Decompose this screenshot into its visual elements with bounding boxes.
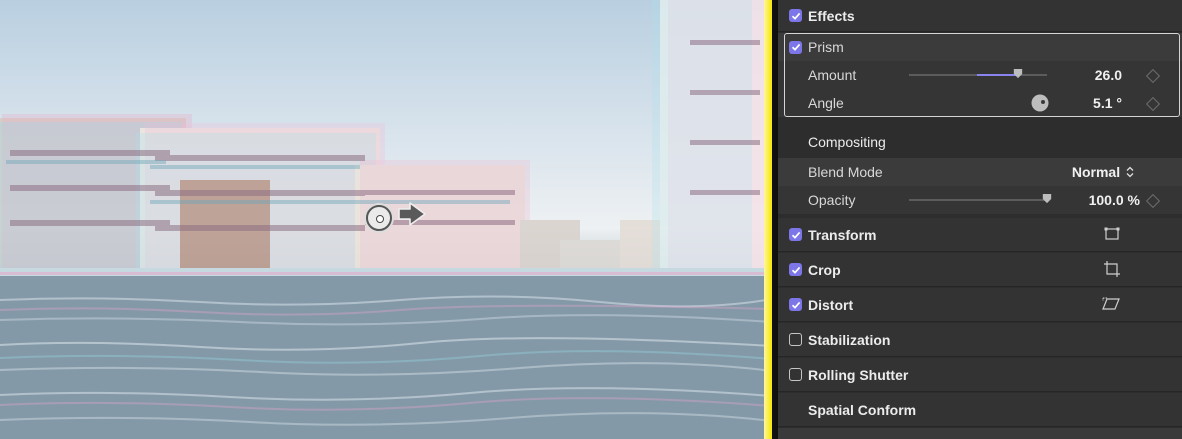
opacity-label: Opacity [808, 192, 856, 208]
transform-checkbox[interactable] [789, 228, 802, 241]
spatial-conform-label: Spatial Conform [808, 401, 917, 418]
blend-mode-row: Blend Mode Normal [778, 158, 1182, 186]
target-circle-icon[interactable] [366, 205, 392, 231]
distort-icon[interactable] [1102, 297, 1120, 311]
checkmark-icon [791, 12, 800, 20]
crop-icon[interactable] [1104, 261, 1120, 277]
transform-icon[interactable] [1104, 227, 1120, 241]
opacity-slider-track[interactable] [909, 199, 1047, 201]
stabilization-section[interactable]: Stabilization [778, 323, 1182, 357]
transform-section[interactable]: Transform [778, 218, 1182, 252]
compositing-label: Compositing [808, 134, 886, 150]
distort-checkbox[interactable] [789, 298, 802, 311]
distort-label: Distort [808, 296, 854, 313]
prism-selection-outline [784, 33, 1180, 117]
app-window: Effects Prism Amount 26.0 Angle 5.1 ° Co… [0, 0, 1182, 439]
checkmark-icon [791, 301, 800, 309]
checkmark-icon [791, 231, 800, 239]
stabilization-label: Stabilization [808, 331, 891, 348]
video-inspector: Effects Prism Amount 26.0 Angle 5.1 ° Co… [778, 0, 1182, 439]
updown-chevron-icon [1126, 166, 1134, 178]
checkmark-icon [791, 266, 800, 274]
rolling-shutter-checkbox[interactable] [789, 368, 802, 381]
effects-label: Effects [808, 7, 855, 24]
distort-section[interactable]: Distort [778, 288, 1182, 322]
transform-label: Transform [808, 226, 877, 243]
rolling-shutter-section[interactable]: Rolling Shutter [778, 358, 1182, 392]
opacity-unit: % [1127, 192, 1140, 208]
crop-section[interactable]: Crop [778, 253, 1182, 287]
effects-section-header[interactable]: Effects [778, 0, 1182, 32]
frame-edge [764, 0, 772, 439]
rolling-shutter-label: Rolling Shutter [808, 366, 909, 383]
stabilization-checkbox[interactable] [789, 333, 802, 346]
opacity-slider-thumb[interactable] [1042, 194, 1052, 204]
compositing-header[interactable]: Compositing [778, 126, 1182, 158]
effects-checkbox[interactable] [789, 9, 802, 22]
opacity-keyframe-icon[interactable] [1145, 193, 1161, 209]
crop-label: Crop [808, 261, 841, 278]
arrow-right-icon[interactable] [396, 200, 428, 228]
video-viewer[interactable] [0, 0, 772, 439]
opacity-value[interactable]: 100.0 [1089, 192, 1124, 208]
blend-mode-select[interactable]: Normal [1072, 164, 1134, 180]
next-row-partial [778, 428, 1182, 439]
opacity-row: Opacity 100.0 % [778, 186, 1182, 214]
blend-mode-value: Normal [1071, 164, 1121, 180]
blend-mode-label: Blend Mode [808, 164, 883, 180]
spatial-conform-section[interactable]: Spatial Conform [778, 393, 1182, 427]
crop-checkbox[interactable] [789, 263, 802, 276]
